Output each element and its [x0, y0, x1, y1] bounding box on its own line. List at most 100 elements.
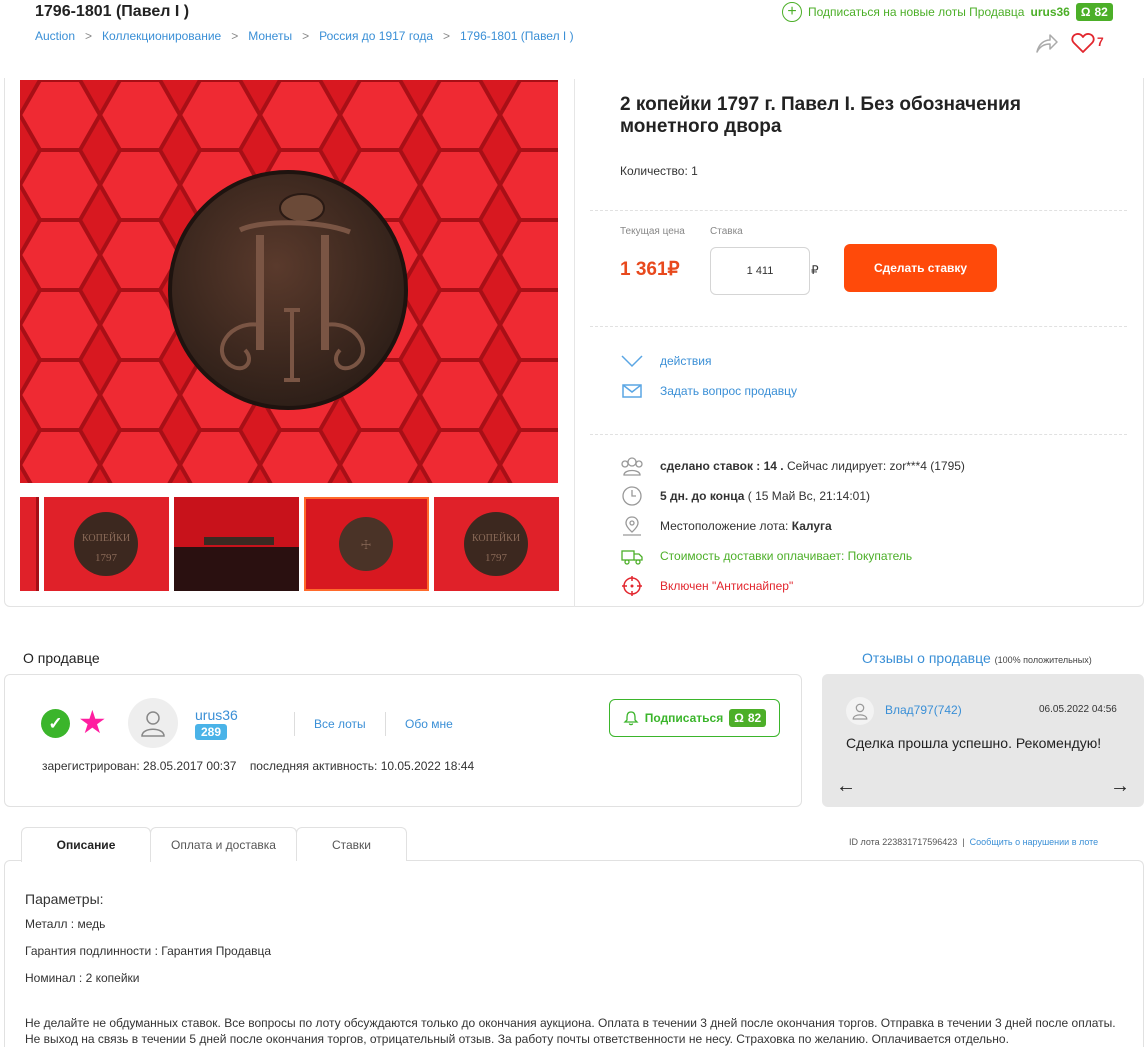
reviews-heading-note: (100% положительных)	[994, 655, 1092, 665]
delivery-text: Стоимость доставки оплачивает: Покупател…	[660, 549, 913, 563]
last-active: последняя активность: 10.05.2022 18:44	[249, 759, 475, 773]
location-info: Местоположение лота: Калуга	[620, 515, 832, 537]
divider	[590, 434, 1127, 435]
tab-description[interactable]: Описание	[21, 827, 151, 862]
bids-count: сделано ставок : 14 .	[660, 459, 784, 473]
star-icon: ★	[78, 704, 107, 740]
verified-check-icon: ✓	[41, 709, 70, 738]
page: 1796-1801 (Павел I ) Auction > Коллекцион…	[0, 0, 1147, 1047]
seller-name-link[interactable]: urus36	[195, 707, 238, 723]
arrow-right-icon[interactable]: →	[1110, 775, 1130, 798]
divider	[385, 712, 386, 736]
seller-card	[4, 674, 802, 807]
current-price-label: Текущая цена	[620, 226, 685, 237]
subscribe-text: Подписаться на новые лоты Продавца	[808, 5, 1025, 19]
omega-icon: Ω	[1080, 5, 1091, 19]
location-pin-icon	[623, 516, 641, 536]
thumb-image	[20, 497, 39, 591]
location-label: Местоположение лота:	[660, 519, 789, 533]
description-note: Не выход на связь в течении 5 дней после…	[25, 1032, 1009, 1046]
thumbnail-active[interactable]: ☩	[304, 497, 429, 591]
clock-icon	[622, 486, 642, 506]
breadcrumb-item[interactable]: 1796-1801 (Павел I )	[460, 29, 574, 43]
main-photo[interactable]	[20, 80, 558, 483]
reviews-heading-text: Отзывы о продавце	[862, 650, 991, 666]
subscribers-badge: Ω 82	[1075, 3, 1113, 21]
truck-icon	[621, 550, 643, 565]
reviewer-name[interactable]: Влад797(742)	[885, 703, 962, 717]
thumbnail[interactable]	[174, 497, 299, 591]
about-seller-link[interactable]: Обо мне	[405, 717, 453, 731]
antisniper-info: Включен "Антиснайпер"	[620, 575, 793, 597]
svg-text:1797: 1797	[95, 552, 118, 564]
divider	[590, 210, 1127, 211]
subscribers-count: 82	[747, 711, 762, 725]
svg-text:КОПЕЙКИ: КОПЕЙКИ	[82, 532, 130, 544]
envelope-icon	[622, 384, 642, 398]
subscribers-badge: Ω 82	[729, 709, 767, 727]
review-text: Сделка прошла успешно. Рекомендую!	[846, 735, 1102, 751]
users-icon	[621, 457, 643, 476]
user-icon	[141, 711, 165, 737]
review-date: 06.05.2022 04:56	[1039, 704, 1117, 715]
reviewer-avatar	[846, 697, 874, 725]
breadcrumb-item[interactable]: Auction	[35, 29, 75, 43]
divider	[294, 712, 295, 736]
place-bid-button[interactable]: Сделать ставку	[844, 244, 997, 292]
seller-heading: О продавце	[23, 650, 100, 666]
svg-text:☩: ☩	[361, 538, 372, 552]
thumbnail[interactable]: КОПЕЙКИ 1797	[44, 497, 169, 591]
current-price: 1 361₽	[620, 259, 680, 280]
breadcrumb-item[interactable]: Монеты	[248, 29, 292, 43]
subscribe-seller-link[interactable]: + Подписаться на новые лоты Продавца uru…	[782, 2, 1113, 22]
thumbnail[interactable]	[20, 497, 39, 591]
plus-icon: +	[782, 2, 802, 22]
thumb-image	[174, 497, 299, 591]
seller-rating-badge: 289	[195, 724, 228, 740]
actions-link[interactable]: действия	[620, 352, 711, 370]
heart-icon[interactable]	[1071, 32, 1095, 54]
subscribe-button[interactable]: Подписаться Ω 82	[609, 699, 780, 737]
favorites-count: 7	[1097, 35, 1104, 49]
tab-payment-delivery[interactable]: Оплата и доставка	[150, 827, 297, 861]
thumbnail[interactable]: КОПЕЙКИ 1797	[434, 497, 559, 591]
location-value: Калуга	[791, 519, 832, 533]
lot-quantity: Количество: 1	[620, 164, 698, 178]
ask-seller-link[interactable]: Задать вопрос продавцу	[620, 382, 797, 400]
param-nominal: Номинал : 2 копейки	[25, 971, 140, 985]
bid-input[interactable]	[710, 247, 810, 295]
delivery-info: Стоимость доставки оплачивает: Покупател…	[620, 545, 912, 567]
seller-name: urus36	[1030, 5, 1070, 19]
bid-label: Ставка	[710, 226, 743, 237]
params-title: Параметры:	[25, 891, 104, 907]
svg-text:1797: 1797	[485, 552, 508, 564]
lot-id-separator: |	[962, 837, 965, 847]
share-icon[interactable]	[1035, 32, 1059, 54]
svg-text:КОПЕЙКИ: КОПЕЙКИ	[472, 532, 520, 544]
reviews-heading[interactable]: Отзывы о продавце (100% положительных)	[862, 650, 1092, 666]
report-link[interactable]: Сообщить о нарушении в лоте	[970, 837, 1099, 847]
ask-seller-label: Задать вопрос продавцу	[660, 384, 798, 398]
param-metal: Металл : медь	[25, 917, 106, 931]
param-guarantee: Гарантия подлинности : Гарантия Продавца	[25, 944, 272, 958]
bell-icon	[623, 711, 639, 726]
time-left: 5 дн. до конца	[660, 489, 745, 503]
thumb-image: КОПЕЙКИ 1797	[44, 497, 169, 591]
tab-bids[interactable]: Ставки	[296, 827, 407, 861]
subscribers-count: 82	[1094, 5, 1108, 19]
arrow-left-icon[interactable]: ←	[836, 775, 856, 798]
description-note: Не делайте не обдуманных ставок. Все воп…	[25, 1016, 1116, 1030]
breadcrumb-item[interactable]: Коллекционирование	[102, 29, 221, 43]
registered-date: зарегистрирован: 28.05.2017 00:37	[42, 759, 237, 773]
time-left-info: 5 дн. до конца ( 15 Май Вс, 21:14:01)	[620, 485, 870, 507]
all-lots-link[interactable]: Все лоты	[314, 717, 366, 731]
thumb-image: КОПЕЙКИ 1797	[434, 497, 559, 591]
lot-id-text: ID лота 223831717596423	[849, 837, 958, 847]
seller-avatar[interactable]	[128, 698, 178, 748]
divider	[590, 326, 1127, 327]
divider	[574, 79, 575, 607]
breadcrumb-item[interactable]: Россия до 1917 года	[319, 29, 433, 43]
bids-leader: Сейчас лидирует: zor***4 (1795)	[786, 459, 965, 473]
lot-id: ID лота 223831717596423 | Сообщить о нар…	[849, 837, 1098, 847]
actions-link-label: действия	[660, 354, 712, 368]
